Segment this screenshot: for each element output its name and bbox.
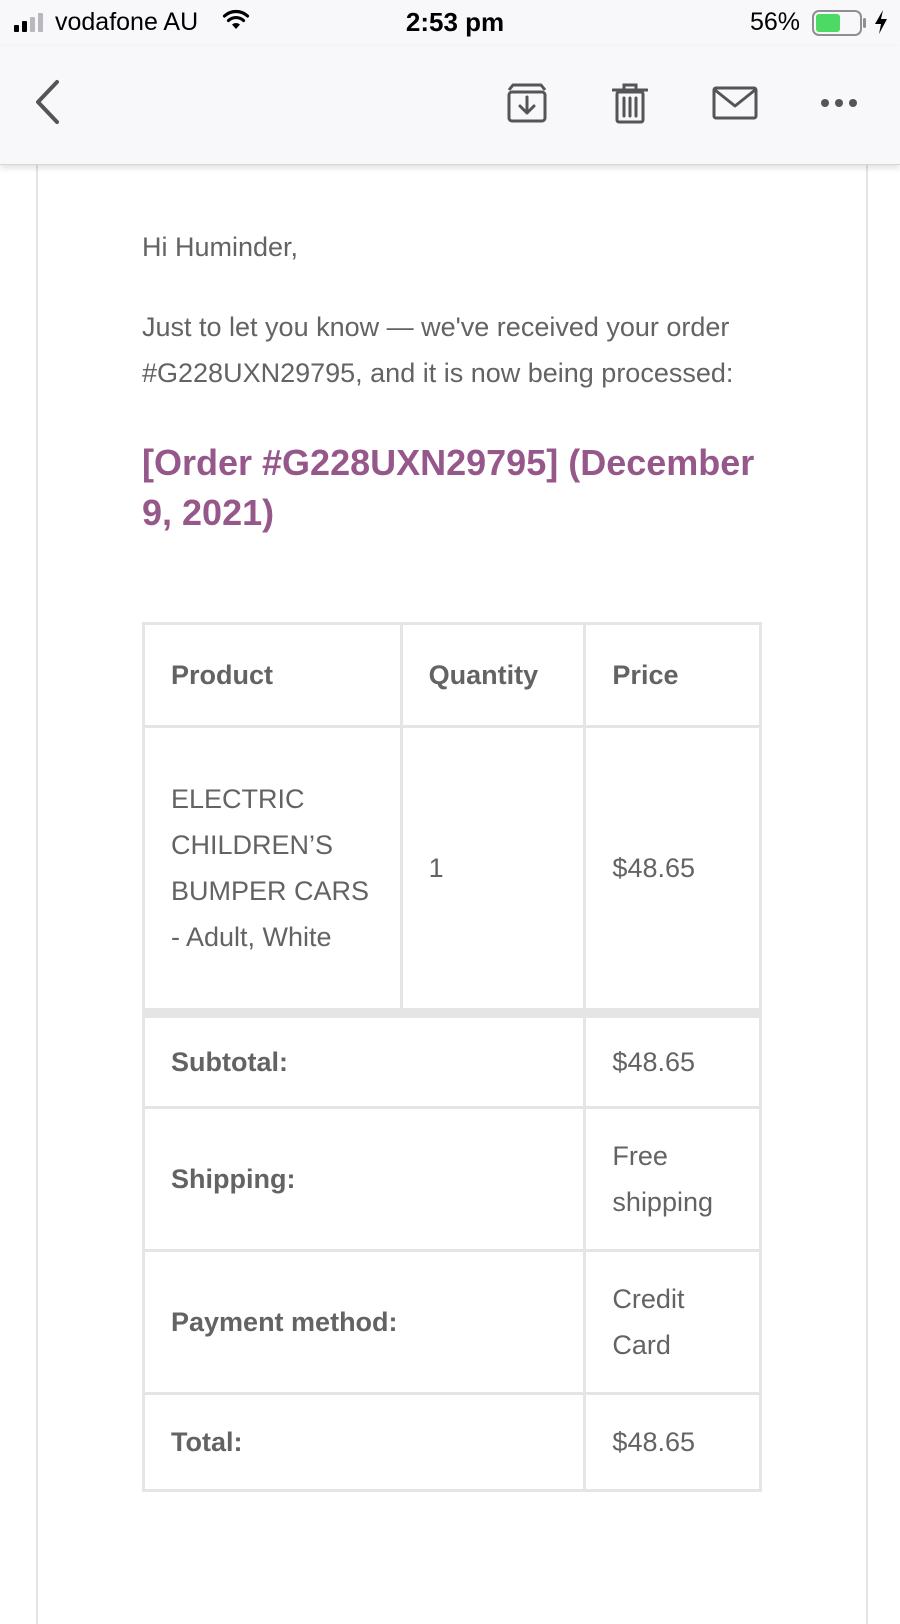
price-column-header: Price	[583, 622, 762, 728]
subtotal-value: $48.65	[583, 1008, 762, 1109]
back-chevron-icon[interactable]	[30, 78, 64, 131]
payment-method-label: Payment method:	[141, 1249, 587, 1395]
more-icon[interactable]	[820, 96, 858, 114]
order-heading: [Order #G228UXN29795] (December 9, 2021)	[142, 442, 755, 533]
order-table: Product Quantity Price ELECTRIC CHILDREN…	[141, 622, 762, 1492]
subtotal-row: Subtotal: $48.65	[141, 1008, 762, 1109]
total-label: Total:	[141, 1392, 587, 1492]
intro-text: Just to let you know — we've received yo…	[142, 312, 734, 388]
battery-icon	[812, 10, 868, 41]
status-bar: vodafone AU 2:53 pm 56%	[0, 0, 900, 46]
email-toolbar	[0, 46, 900, 165]
archive-icon[interactable]	[506, 82, 548, 129]
shipping-value: Free shipping	[583, 1106, 762, 1252]
product-column-header: Product	[142, 622, 403, 728]
email-body: Hi Huminder, Just to let you know — we'v…	[142, 224, 762, 538]
total-row: Total: $48.65	[141, 1392, 762, 1492]
payment-method-row: Payment method: Credit Card	[141, 1249, 762, 1395]
mail-icon[interactable]	[712, 86, 758, 125]
shipping-row: Shipping: Free shipping	[141, 1106, 762, 1252]
item-product-name: ELECTRIC CHILDREN’S BUMPER CARS - Adult,…	[142, 725, 403, 1015]
item-price: $48.65	[583, 725, 762, 1015]
table-header-row: Product Quantity Price	[142, 622, 762, 728]
greeting-text: Hi Huminder,	[142, 232, 299, 262]
item-quantity: 1	[399, 725, 587, 1015]
trash-icon[interactable]	[611, 82, 649, 129]
table-row: ELECTRIC CHILDREN’S BUMPER CARS - Adult,…	[142, 725, 762, 1015]
subtotal-label: Subtotal:	[141, 1008, 587, 1109]
battery-percentage: 56%	[750, 8, 801, 36]
total-value: $48.65	[583, 1392, 762, 1492]
email-content-frame: Hi Huminder, Just to let you know — we'v…	[36, 164, 868, 1624]
payment-method-value: Credit Card	[583, 1249, 762, 1395]
charging-icon	[874, 9, 888, 40]
quantity-column-header: Quantity	[399, 622, 587, 728]
shipping-label: Shipping:	[141, 1106, 587, 1252]
